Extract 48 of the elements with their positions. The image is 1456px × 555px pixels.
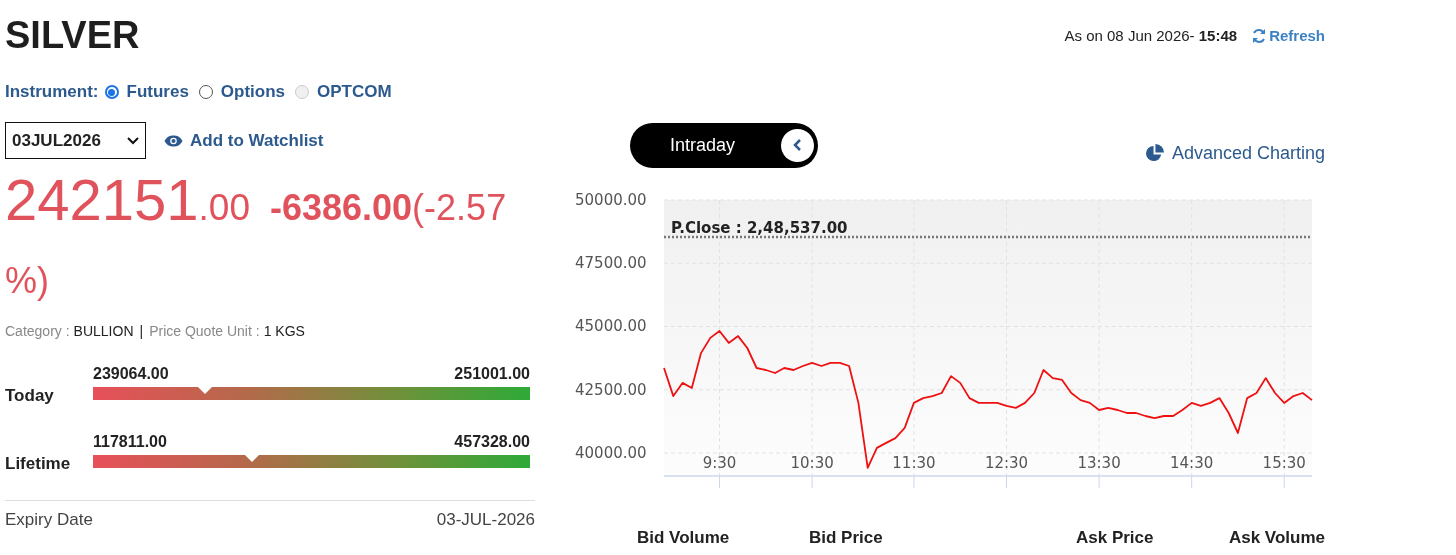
axis-label: 50000.00: [575, 191, 647, 209]
axis-label: 42500.00: [575, 380, 647, 399]
range-label: Lifetime: [5, 454, 72, 474]
axis-label: 11:30: [892, 454, 936, 472]
axis-label: 14:30: [1170, 454, 1214, 472]
meta-label: Price Quote Unit :: [149, 323, 260, 339]
range-low: 239064.00: [93, 365, 169, 383]
column-header: Bid Volume: [637, 528, 731, 548]
expiry-label: Expiry Date: [5, 510, 93, 530]
instrument-label: Instrument:: [5, 82, 99, 102]
range-high: 251001.00: [454, 365, 530, 383]
range-low: 117811.00: [93, 433, 167, 451]
meta-value: BULLION: [73, 323, 134, 339]
meta-label: Category :: [5, 323, 70, 339]
axis-label: 12:30: [984, 454, 1029, 472]
meta-value: 1 KGS: [263, 323, 305, 339]
eye-icon: [164, 134, 183, 147]
intraday-toggle[interactable]: Intraday: [630, 122, 818, 168]
radio-button[interactable]: [198, 85, 213, 99]
radio-label[interactable]: Futures: [126, 82, 189, 102]
axis-label: 15:30: [1262, 454, 1306, 472]
separator: |: [139, 323, 144, 339]
timestamp: As on 08 Jun 2026- 15:48: [1064, 27, 1238, 44]
price-quote: 242151.00 -6386.00(-2.57 %): [5, 167, 508, 303]
expiry-value: 03-JUL-2026: [436, 510, 535, 530]
range-high: 457328.00: [454, 433, 530, 451]
refresh-icon: [1251, 27, 1268, 44]
axis-label: 47500.00: [575, 254, 647, 273]
pie-chart-icon: [1144, 143, 1164, 163]
refresh-button[interactable]: Refresh: [1251, 27, 1325, 44]
column-header: Ask Price: [1076, 528, 1155, 548]
reference-label: P.Close : 2,48,537.00: [671, 219, 848, 237]
axis-label: 40000.00: [575, 444, 647, 462]
watchlist-link[interactable]: Add to Watchlist: [164, 130, 324, 151]
radio-button[interactable]: [104, 85, 119, 99]
axis-label: 9:30: [702, 454, 737, 472]
page-title: SILVER: [5, 14, 140, 57]
radio-label[interactable]: Options: [220, 82, 286, 102]
column-header: Bid Price: [809, 528, 884, 548]
column-header: Ask Volume: [1227, 528, 1325, 548]
axis-label: 10:30: [790, 454, 834, 472]
axis-label: 45000.00: [575, 317, 647, 336]
chevron-down-icon: [127, 136, 139, 145]
range-label: Today: [5, 386, 55, 406]
chevron-left-icon: [792, 139, 803, 151]
advanced-charting-link[interactable]: Advanced Charting: [1144, 142, 1325, 164]
axis-label: 13:30: [1077, 454, 1121, 472]
expiry-dropdown[interactable]: 03JUL2026: [5, 122, 146, 159]
